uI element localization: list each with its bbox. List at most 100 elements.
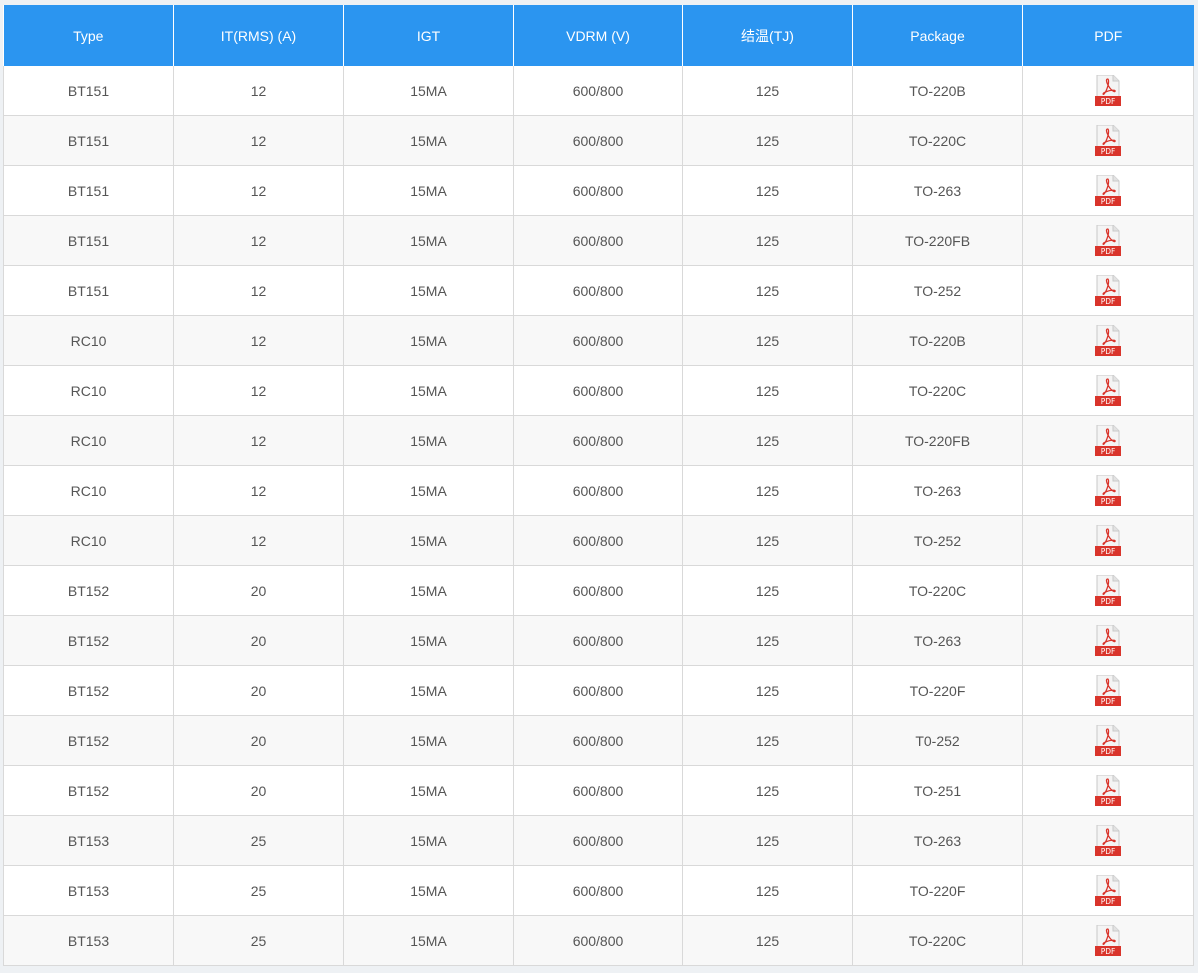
cell-vdrm: 600/800 <box>513 365 683 416</box>
table-row: BT151 12 15MA 600/800 125 TO-220C PDF <box>3 115 1194 166</box>
table-row: BT151 12 15MA 600/800 125 TO-220FB PDF <box>3 215 1194 266</box>
pdf-download-icon[interactable]: PDF <box>1095 724 1121 757</box>
pdf-download-icon[interactable]: PDF <box>1095 224 1121 257</box>
table-row: BT151 12 15MA 600/800 125 TO-252 PDF <box>3 265 1194 316</box>
pdf-download-icon[interactable]: PDF <box>1095 924 1121 957</box>
svg-text:PDF: PDF <box>1101 747 1116 756</box>
cell-it-rms: 12 <box>173 115 344 166</box>
table-row: RC10 12 15MA 600/800 125 TO-252 PDF <box>3 515 1194 566</box>
pdf-download-icon[interactable]: PDF <box>1095 274 1121 307</box>
cell-package: TO-220C <box>852 115 1023 166</box>
pdf-download-icon[interactable]: PDF <box>1095 74 1121 107</box>
table-row: BT152 20 15MA 600/800 125 TO-251 PDF <box>3 765 1194 816</box>
table-row: BT152 20 15MA 600/800 125 TO-263 PDF <box>3 615 1194 666</box>
cell-package: TO-220B <box>852 315 1023 366</box>
cell-vdrm: 600/800 <box>513 165 683 216</box>
cell-igt: 15MA <box>343 565 514 616</box>
header-junction-temp: 结温(TJ) <box>682 5 853 66</box>
cell-igt: 15MA <box>343 215 514 266</box>
cell-it-rms: 20 <box>173 565 344 616</box>
pdf-download-icon[interactable]: PDF <box>1095 524 1121 557</box>
table-header-row: Type IT(RMS) (A) IGT VDRM (V) 结温(TJ) Pac… <box>3 5 1194 66</box>
cell-package: TO-263 <box>852 615 1023 666</box>
cell-junction-temp: 125 <box>682 415 853 466</box>
pdf-download-icon[interactable]: PDF <box>1095 124 1121 157</box>
svg-text:PDF: PDF <box>1101 297 1116 306</box>
cell-package: TO-220FB <box>852 415 1023 466</box>
cell-it-rms: 12 <box>173 365 344 416</box>
cell-junction-temp: 125 <box>682 265 853 316</box>
svg-text:PDF: PDF <box>1101 647 1116 656</box>
pdf-download-icon[interactable]: PDF <box>1095 674 1121 707</box>
table-row: BT153 25 15MA 600/800 125 TO-263 PDF <box>3 815 1194 866</box>
cell-igt: 15MA <box>343 165 514 216</box>
cell-pdf: PDF <box>1022 615 1194 666</box>
pdf-download-icon[interactable]: PDF <box>1095 624 1121 657</box>
cell-package: TO-263 <box>852 815 1023 866</box>
cell-vdrm: 600/800 <box>513 465 683 516</box>
cell-pdf: PDF <box>1022 715 1194 766</box>
table-row: BT152 20 15MA 600/800 125 TO-220C PDF <box>3 565 1194 616</box>
cell-pdf: PDF <box>1022 265 1194 316</box>
product-table: Type IT(RMS) (A) IGT VDRM (V) 结温(TJ) Pac… <box>3 5 1194 966</box>
cell-it-rms: 12 <box>173 415 344 466</box>
table-row: BT153 25 15MA 600/800 125 TO-220F PDF <box>3 865 1194 916</box>
cell-pdf: PDF <box>1022 215 1194 266</box>
cell-junction-temp: 125 <box>682 215 853 266</box>
cell-pdf: PDF <box>1022 365 1194 416</box>
cell-igt: 15MA <box>343 615 514 666</box>
svg-text:PDF: PDF <box>1101 797 1116 806</box>
svg-text:PDF: PDF <box>1101 497 1116 506</box>
cell-package: T0-252 <box>852 715 1023 766</box>
pdf-download-icon[interactable]: PDF <box>1095 324 1121 357</box>
svg-text:PDF: PDF <box>1101 697 1116 706</box>
cell-igt: 15MA <box>343 465 514 516</box>
cell-junction-temp: 125 <box>682 815 853 866</box>
cell-it-rms: 20 <box>173 715 344 766</box>
cell-igt: 15MA <box>343 515 514 566</box>
pdf-download-icon[interactable]: PDF <box>1095 574 1121 607</box>
cell-vdrm: 600/800 <box>513 565 683 616</box>
cell-junction-temp: 125 <box>682 315 853 366</box>
cell-it-rms: 12 <box>173 315 344 366</box>
cell-it-rms: 12 <box>173 465 344 516</box>
cell-pdf: PDF <box>1022 515 1194 566</box>
cell-it-rms: 25 <box>173 865 344 916</box>
table-row: RC10 12 15MA 600/800 125 TO-263 PDF <box>3 465 1194 516</box>
cell-pdf: PDF <box>1022 815 1194 866</box>
cell-it-rms: 12 <box>173 265 344 316</box>
cell-vdrm: 600/800 <box>513 66 683 116</box>
cell-vdrm: 600/800 <box>513 615 683 666</box>
cell-it-rms: 12 <box>173 215 344 266</box>
svg-text:PDF: PDF <box>1101 947 1116 956</box>
pdf-download-icon[interactable]: PDF <box>1095 774 1121 807</box>
cell-type: BT152 <box>3 715 174 766</box>
pdf-download-icon[interactable]: PDF <box>1095 874 1121 907</box>
cell-type: RC10 <box>3 515 174 566</box>
pdf-download-icon[interactable]: PDF <box>1095 424 1121 457</box>
pdf-download-icon[interactable]: PDF <box>1095 474 1121 507</box>
cell-igt: 15MA <box>343 765 514 816</box>
header-it-rms: IT(RMS) (A) <box>173 5 344 66</box>
svg-text:PDF: PDF <box>1101 197 1116 206</box>
cell-pdf: PDF <box>1022 865 1194 916</box>
table-row: RC10 12 15MA 600/800 125 TO-220C PDF <box>3 365 1194 416</box>
cell-vdrm: 600/800 <box>513 515 683 566</box>
cell-junction-temp: 125 <box>682 465 853 516</box>
pdf-download-icon[interactable]: PDF <box>1095 824 1121 857</box>
cell-type: RC10 <box>3 415 174 466</box>
cell-igt: 15MA <box>343 315 514 366</box>
cell-type: BT151 <box>3 215 174 266</box>
cell-type: BT151 <box>3 265 174 316</box>
cell-pdf: PDF <box>1022 465 1194 516</box>
pdf-download-icon[interactable]: PDF <box>1095 374 1121 407</box>
cell-junction-temp: 125 <box>682 915 853 966</box>
cell-package: TO-220C <box>852 915 1023 966</box>
table-row: BT151 12 15MA 600/800 125 TO-220B PDF <box>3 66 1194 116</box>
cell-type: BT152 <box>3 615 174 666</box>
pdf-download-icon[interactable]: PDF <box>1095 174 1121 207</box>
cell-type: BT153 <box>3 815 174 866</box>
cell-junction-temp: 125 <box>682 565 853 616</box>
cell-type: BT153 <box>3 915 174 966</box>
cell-junction-temp: 125 <box>682 365 853 416</box>
